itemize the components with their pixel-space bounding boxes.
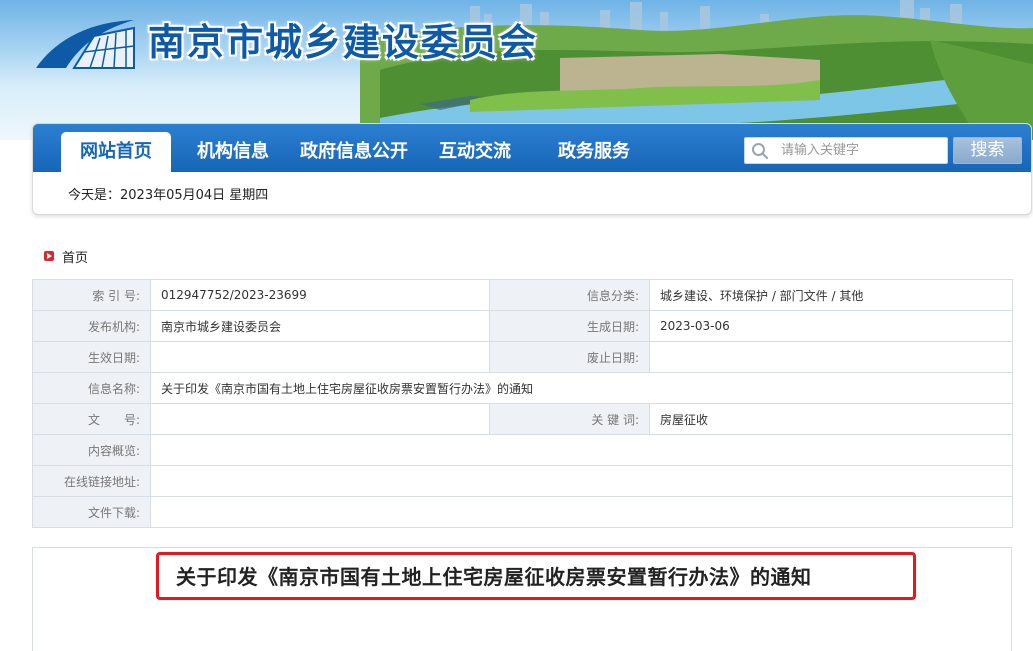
summary-value [150, 434, 1013, 466]
nav-item-services[interactable]: 政务服务 [558, 132, 630, 172]
index-label: 索 引 号: [32, 279, 151, 311]
file-download-value[interactable] [150, 496, 1013, 528]
effective-date-value [150, 341, 490, 373]
doc-number-value [150, 403, 490, 435]
summary-label: 内容概览: [32, 434, 151, 466]
category-label: 信息分类: [489, 279, 650, 311]
publisher-label: 发布机构: [32, 310, 151, 342]
effective-date-label: 生效日期: [32, 341, 151, 373]
generated-date-value: 2023-03-06 [649, 310, 1013, 342]
nav-item-organization[interactable]: 机构信息 [197, 132, 269, 172]
site-banner: 南京市城乡建设委员会 [0, 0, 1033, 140]
table-row: 发布机构: 南京市城乡建设委员会 生成日期: 2023-03-06 [32, 310, 1013, 342]
logo-icon [36, 20, 135, 69]
document-title: 关于印发《南京市国有土地上住宅房屋征收房票安置暂行办法》的通知 [176, 565, 812, 589]
main-nav: 网站首页 机构信息 政府信息公开 互动交流 政务服务 搜索 [33, 124, 1031, 172]
search-box [744, 137, 948, 164]
online-link-label: 在线链接地址: [32, 465, 151, 497]
info-name-value: 关于印发《南京市国有土地上住宅房屋征收房票安置暂行办法》的通知 [150, 372, 1013, 404]
table-row: 信息名称: 关于印发《南京市国有土地上住宅房屋征收房票安置暂行办法》的通知 [32, 372, 1013, 404]
search-icon [752, 143, 769, 160]
nav-item-gov-info[interactable]: 政府信息公开 [300, 132, 408, 172]
current-date: 今天是：2023年05月04日 星期四 [68, 188, 269, 203]
abolished-date-label: 废止日期: [489, 341, 650, 373]
breadcrumb: 首页 [44, 247, 88, 266]
index-value: 012947752/2023-23699 [150, 279, 490, 311]
keywords-value: 房屋征收 [649, 403, 1013, 435]
keywords-label: 关 键 词: [489, 403, 650, 435]
table-row: 在线链接地址: [32, 465, 1013, 497]
search-button[interactable]: 搜索 [953, 137, 1022, 164]
doc-number-label: 文 号: [32, 403, 151, 435]
table-row: 索 引 号: 012947752/2023-23699 信息分类: 城乡建设、环… [32, 279, 1013, 311]
breadcrumb-home-link[interactable]: 首页 [62, 247, 88, 266]
arrow-right-icon [44, 251, 54, 261]
table-row: 文件下载: [32, 496, 1013, 528]
info-name-label: 信息名称: [32, 372, 151, 404]
nav-item-home[interactable]: 网站首页 [61, 132, 171, 172]
search-input[interactable] [781, 138, 941, 163]
abolished-date-value [649, 341, 1013, 373]
document-metadata-table: 索 引 号: 012947752/2023-23699 信息分类: 城乡建设、环… [32, 279, 1013, 528]
site-title: 南京市城乡建设委员会 [148, 20, 538, 64]
nav-item-interaction[interactable]: 互动交流 [439, 132, 511, 172]
online-link-value[interactable] [150, 465, 1013, 497]
table-row: 文 号: 关 键 词: 房屋征收 [32, 403, 1013, 435]
header-panel: 网站首页 机构信息 政府信息公开 互动交流 政务服务 搜索 今天是：2023年0… [32, 123, 1032, 215]
category-value: 城乡建设、环境保护 / 部门文件 / 其他 [649, 279, 1013, 311]
publisher-value: 南京市城乡建设委员会 [150, 310, 490, 342]
file-download-label: 文件下载: [32, 496, 151, 528]
generated-date-label: 生成日期: [489, 310, 650, 342]
table-row: 生效日期: 废止日期: [32, 341, 1013, 373]
table-row: 内容概览: [32, 434, 1013, 466]
